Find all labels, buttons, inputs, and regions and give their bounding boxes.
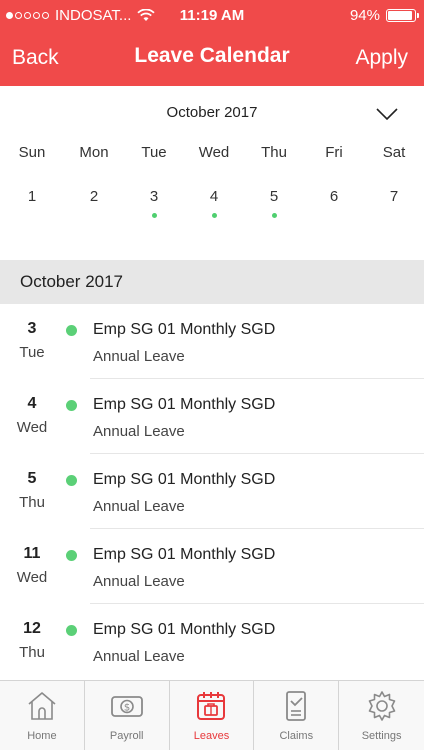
leave-day-number: 11 xyxy=(23,545,41,562)
tab-label: Claims xyxy=(279,730,314,742)
leave-status-dot xyxy=(66,550,77,561)
calendar-day[interactable]: 1 xyxy=(0,188,64,205)
tab-settings[interactable]: Settings xyxy=(339,681,424,750)
tab-claims[interactable]: Claims xyxy=(254,681,340,750)
leave-marker-dot xyxy=(151,213,157,218)
chevron-down-icon[interactable] xyxy=(376,108,398,120)
calendar-days-row: 1234567 xyxy=(0,188,424,218)
leave-weekday: Wed xyxy=(16,569,48,586)
claims-icon xyxy=(286,691,307,721)
tab-label: Settings xyxy=(361,730,402,742)
calendar-day[interactable]: 6 xyxy=(304,188,364,205)
gear-icon xyxy=(368,691,395,721)
leave-day-number: 3 xyxy=(27,320,37,337)
employee-name: Emp SG 01 Monthly SGD xyxy=(93,546,276,563)
calendar-month-label[interactable]: October 2017 xyxy=(0,104,424,121)
tab-home[interactable]: Home xyxy=(0,681,85,750)
leave-date: 11 Wed xyxy=(8,545,56,586)
leave-type: Annual Leave xyxy=(93,498,185,515)
weekday-label: Thu xyxy=(261,144,287,161)
leaves-calendar-icon xyxy=(197,692,226,720)
week-calendar: October 2017 Sun Mon Tue Wed Thu Fri Sat… xyxy=(0,86,424,260)
calendar-day[interactable]: 5 xyxy=(244,188,304,218)
section-title: October 2017 xyxy=(20,272,124,291)
battery-percent: 94% xyxy=(349,7,380,24)
leave-status-dot xyxy=(66,475,77,486)
leave-list-item[interactable]: 11 Wed Emp SG 01 Monthly SGD Annual Leave xyxy=(0,529,424,604)
month-section-header: October 2017 xyxy=(0,260,424,304)
calendar-day[interactable]: 2 xyxy=(64,188,124,205)
status-bar: INDOSAT... 11:19 AM 94% xyxy=(0,0,424,32)
svg-text:$: $ xyxy=(124,703,130,714)
weekday-label: Wed xyxy=(198,144,230,161)
home-icon xyxy=(28,692,56,720)
leave-status-dot xyxy=(66,400,77,411)
weekday-label: Fri xyxy=(325,144,343,161)
leave-date: 3 Tue xyxy=(8,320,56,361)
leave-type: Annual Leave xyxy=(93,348,185,365)
calendar-day[interactable]: 3 xyxy=(124,188,184,218)
leave-date: 12 Thu xyxy=(8,620,56,661)
leave-list: 3 Tue Emp SG 01 Monthly SGD Annual Leave 4 We… xyxy=(0,304,424,680)
battery-status: 94% xyxy=(349,7,419,24)
apply-button[interactable]: Apply xyxy=(355,46,408,70)
employee-name: Emp SG 01 Monthly SGD xyxy=(93,396,276,413)
leave-list-item[interactable]: 4 Wed Emp SG 01 Monthly SGD Annual Leave xyxy=(0,379,424,454)
leave-marker-dot xyxy=(271,213,277,218)
employee-name: Emp SG 01 Monthly SGD xyxy=(93,621,276,638)
leave-type: Annual Leave xyxy=(93,648,185,665)
top-bar: INDOSAT... 11:19 AM 94% Back Leave Calen… xyxy=(0,0,424,86)
leave-status-dot xyxy=(66,325,77,336)
leave-date: 5 Thu xyxy=(8,470,56,511)
calendar-day[interactable]: 4 xyxy=(184,188,244,218)
leave-type: Annual Leave xyxy=(93,423,185,440)
tab-leaves[interactable]: Leaves xyxy=(170,681,255,750)
leave-weekday: Tue xyxy=(19,344,45,361)
leave-list-item[interactable]: 5 Thu Emp SG 01 Monthly SGD Annual Leave xyxy=(0,454,424,529)
tab-label: Home xyxy=(27,730,57,742)
leave-weekday: Thu xyxy=(19,494,45,511)
employee-name: Emp SG 01 Monthly SGD xyxy=(93,471,276,488)
weekday-label: Mon xyxy=(79,144,109,161)
tab-payroll[interactable]: $ Payroll xyxy=(85,681,170,750)
leave-list-item[interactable]: 3 Tue Emp SG 01 Monthly SGD Annual Leave xyxy=(0,304,424,379)
navigation-bar: Back Leave Calendar Apply xyxy=(0,32,424,86)
battery-icon xyxy=(386,9,419,22)
weekday-label: Tue xyxy=(141,144,167,161)
leave-weekday: Thu xyxy=(19,644,45,661)
payroll-icon: $ xyxy=(110,696,143,717)
leave-status-dot xyxy=(66,625,77,636)
leave-day-number: 5 xyxy=(27,470,37,487)
weekday-header: Sun Mon Tue Wed Thu Fri Sat xyxy=(0,144,424,161)
weekday-label: Sat xyxy=(382,144,406,161)
weekday-label: Sun xyxy=(18,144,46,161)
leave-type: Annual Leave xyxy=(93,573,185,590)
leave-date: 4 Wed xyxy=(8,395,56,436)
employee-name: Emp SG 01 Monthly SGD xyxy=(93,321,276,338)
tab-label: Leaves xyxy=(193,730,230,742)
leave-weekday: Wed xyxy=(16,419,48,436)
leave-marker-dot xyxy=(211,213,217,218)
tab-bar: Home $ Payroll Leaves Claims Settings xyxy=(0,680,424,750)
leave-day-number: 12 xyxy=(23,620,41,637)
leave-list-item[interactable]: 12 Thu Emp SG 01 Monthly SGD Annual Leave xyxy=(0,604,424,679)
calendar-day[interactable]: 7 xyxy=(364,188,424,205)
tab-label: Payroll xyxy=(109,730,144,742)
leave-day-number: 4 xyxy=(27,395,37,412)
